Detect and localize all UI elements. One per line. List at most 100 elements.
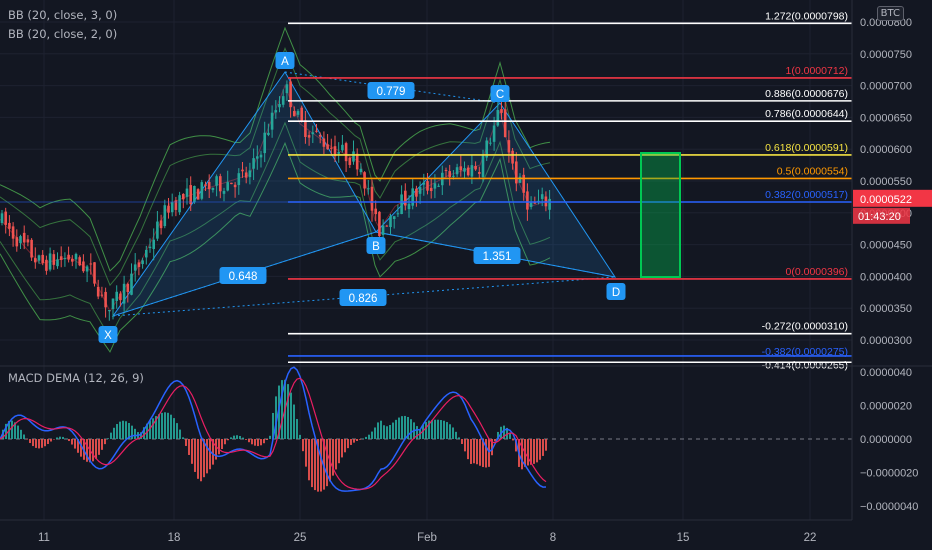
macd-histogram-bar [206, 439, 208, 474]
macd-histogram-bar [311, 439, 313, 488]
candle-body [30, 239, 33, 258]
candle-body [22, 232, 26, 243]
candle-body [381, 225, 385, 235]
candle-body [141, 260, 144, 265]
candle-body [48, 253, 52, 270]
candle [178, 191, 181, 215]
candle-body [529, 202, 533, 207]
macd-histogram-bar [314, 439, 316, 491]
macd-histogram-bar [308, 439, 310, 481]
macd-tick: 0.0000040 [860, 367, 912, 379]
candle-body [489, 142, 492, 144]
macd-histogram-bar [521, 439, 523, 470]
candle-body [167, 205, 170, 213]
point-c: C [496, 89, 504, 101]
candle-body [189, 185, 192, 205]
time-tick: 22 [804, 532, 817, 544]
macd-histogram-bar [425, 422, 427, 439]
fib-label: 1.272(0.0000798) [765, 10, 848, 22]
macd-histogram-bar [434, 419, 436, 439]
candle-body [426, 181, 429, 191]
macd-histogram-bar [326, 439, 328, 487]
macd-histogram-bar [251, 439, 253, 445]
macd-histogram-bar [380, 420, 382, 439]
macd-histogram-bar [113, 427, 115, 439]
candle-body [122, 283, 126, 304]
macd-histogram-bar [134, 428, 136, 439]
ratio-bd: 1.351 [483, 251, 512, 263]
candle-body [352, 151, 355, 162]
candle-body [374, 208, 377, 215]
macd-histogram-bar [416, 426, 418, 439]
candle-body [93, 262, 96, 284]
time-tick: 11 [38, 532, 50, 544]
candle-body [148, 246, 152, 249]
candle-body [429, 187, 433, 192]
candle-body [204, 184, 207, 186]
candle-body [119, 293, 122, 301]
candle-body [293, 110, 296, 117]
candle-body [108, 310, 111, 312]
macd-histogram-bar [218, 439, 220, 455]
candle-body [193, 185, 196, 203]
candle-body [348, 157, 352, 165]
macd-histogram-bar [227, 439, 229, 441]
candle-body [392, 216, 396, 219]
bb-3-legend[interactable]: BB (20, close, 3, 0) [8, 8, 117, 22]
candle [30, 238, 33, 261]
macd-histogram-bar [17, 425, 19, 439]
candle-body [411, 188, 414, 206]
macd-histogram-bar [74, 439, 76, 449]
candle-body [322, 138, 326, 147]
candle-body [330, 147, 333, 149]
macd-histogram-bar [476, 439, 478, 465]
candle-body [404, 190, 407, 206]
macd-histogram-bar [401, 416, 403, 439]
candle-body [241, 169, 244, 172]
point-a: A [281, 56, 289, 68]
price-chart[interactable]: 1.272(0.0000798) 1(0.0000712) 0.886(0.0000… [0, 0, 932, 550]
candle-body [182, 193, 185, 200]
bb-2-legend[interactable]: BB (20, close, 2, 0) [8, 27, 117, 41]
macd-tick: 0.0000000 [860, 434, 912, 446]
candle-body [248, 170, 252, 178]
macd-histogram-bar [392, 422, 394, 439]
macd-histogram-bar [239, 435, 241, 439]
macd-histogram-bar [191, 439, 193, 464]
price-tick: 0.0000400 [860, 271, 912, 283]
candle [193, 185, 196, 204]
macd-histogram-bar [68, 439, 70, 442]
macd-histogram-bar [173, 418, 175, 439]
candle-body [300, 107, 303, 122]
candle [200, 179, 204, 201]
candle-body [252, 158, 255, 169]
candle-body [263, 132, 266, 154]
symbol-badge[interactable]: BTC [876, 6, 904, 21]
macd-legend[interactable]: MACD DEMA (12, 26, 9) [8, 371, 144, 385]
candle-body [267, 132, 270, 135]
macd-histogram-bar [221, 439, 223, 450]
candle-body [170, 202, 174, 213]
candle-body [26, 239, 30, 243]
macd-histogram-bar [35, 439, 37, 448]
candle-body [104, 291, 107, 308]
macd-histogram-bar [545, 439, 547, 451]
price-tick: 0.0000300 [860, 335, 912, 347]
macd-histogram-bar [122, 420, 124, 439]
time-tick: 8 [550, 532, 556, 544]
fib-label: 1(0.0000712) [786, 65, 848, 77]
candle-body [156, 221, 159, 239]
macd-histogram-bar [488, 439, 490, 467]
candle-body [82, 261, 85, 272]
macd-histogram-bar [341, 439, 343, 458]
macd-histogram-bar [287, 384, 289, 439]
candle-body [470, 165, 474, 177]
candle-body [437, 185, 440, 187]
candle-body [318, 135, 322, 137]
macd-histogram-bar [182, 437, 184, 439]
candle-body [233, 184, 237, 188]
price-tick: 0.0000550 [860, 176, 912, 188]
candle-body [481, 154, 485, 177]
macd-histogram-bar [470, 439, 472, 464]
candle-body [152, 239, 155, 249]
